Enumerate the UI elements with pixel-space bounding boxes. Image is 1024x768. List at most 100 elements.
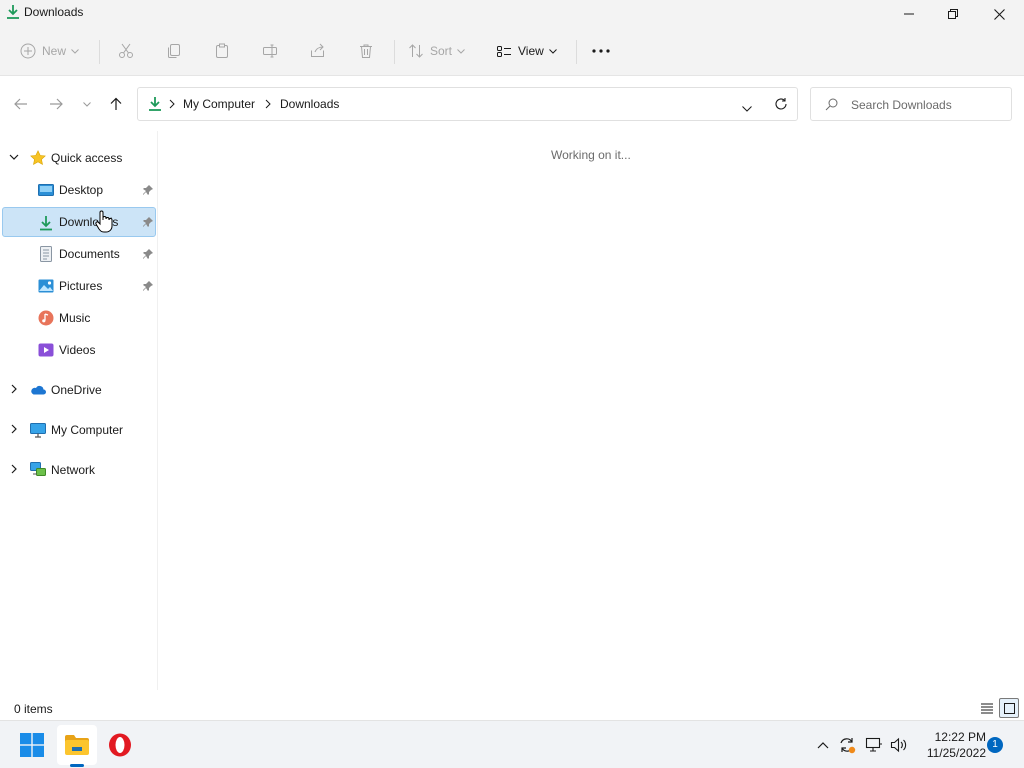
paste-button[interactable]	[214, 38, 230, 64]
tree-item-label: Pictures	[59, 279, 103, 293]
clock-date: 11/25/2022	[926, 746, 986, 760]
sort-button[interactable]: Sort	[408, 38, 465, 64]
up-button[interactable]	[107, 95, 125, 113]
sidebar-item-pictures[interactable]: Pictures	[2, 271, 156, 301]
tree-item-my-computer[interactable]: My Computer	[2, 415, 156, 445]
opera-icon	[109, 733, 131, 757]
paste-icon	[216, 43, 228, 58]
chevron-down-icon[interactable]	[8, 151, 22, 165]
start-button[interactable]	[12, 725, 52, 765]
back-button[interactable]	[12, 95, 30, 113]
file-list-view[interactable]: Working on it...	[158, 131, 1024, 690]
close-button[interactable]	[976, 0, 1022, 28]
tree-item-label: Quick access	[51, 151, 123, 165]
cut-button[interactable]	[118, 38, 134, 64]
breadcrumb-item[interactable]: My Computer	[183, 97, 255, 111]
new-button[interactable]: New	[20, 38, 79, 64]
details-view-icon	[981, 703, 993, 713]
loading-message: Working on it...	[551, 148, 631, 162]
pin-icon	[142, 184, 154, 196]
sort-label: Sort	[430, 44, 453, 58]
status-bar: 0 items	[0, 698, 1024, 720]
arrow-right-icon	[50, 98, 63, 110]
tree-item-label: OneDrive	[51, 383, 102, 397]
chevron-right-icon[interactable]	[8, 423, 22, 437]
star-icon	[30, 150, 46, 166]
pin-icon	[142, 216, 154, 228]
rename-icon	[263, 44, 277, 58]
sidebar-item-downloads[interactable]: Downloads	[2, 207, 156, 237]
refresh-icon	[775, 98, 787, 110]
search-icon	[825, 98, 838, 114]
computer-icon	[30, 422, 46, 438]
sync-tray-button[interactable]	[837, 735, 857, 755]
show-hidden-icons-button[interactable]	[813, 735, 833, 755]
tree-item-label: Videos	[59, 343, 96, 357]
tree-item-label: My Computer	[51, 423, 124, 437]
desktop-icon	[38, 182, 54, 198]
rename-button[interactable]	[262, 38, 278, 64]
file-explorer-taskbar-button[interactable]	[57, 725, 97, 765]
pin-icon	[142, 248, 154, 260]
title-bar: Downloads	[0, 0, 1024, 28]
download-icon	[148, 96, 162, 115]
copy-button[interactable]	[166, 38, 182, 64]
navigation-pane: Quick access Desktop Downloads Documents	[0, 131, 158, 690]
tiles-view-button[interactable]	[999, 698, 1019, 718]
sidebar-item-music[interactable]: Music	[2, 303, 156, 333]
sort-icon	[409, 44, 423, 58]
sidebar-item-videos[interactable]: Videos	[2, 335, 156, 365]
chevron-right-icon[interactable]	[169, 98, 175, 112]
cut-icon	[119, 43, 133, 58]
restore-button[interactable]	[930, 0, 976, 28]
share-button[interactable]	[310, 38, 326, 64]
chevron-up-icon	[817, 742, 829, 749]
sidebar-item-desktop[interactable]: Desktop	[2, 175, 156, 205]
clock[interactable]: 12:22 PM 11/25/2022	[916, 729, 986, 761]
videos-icon	[38, 342, 54, 358]
network-tray-button[interactable]	[864, 735, 884, 755]
delete-button[interactable]	[358, 38, 374, 64]
address-history-button[interactable]	[742, 101, 752, 115]
items-count: 0 items	[14, 702, 53, 716]
search-input[interactable]: Search Downloads	[810, 87, 1012, 121]
share-icon	[311, 43, 324, 57]
command-bar: New Sort View	[0, 28, 1024, 76]
recent-locations-button[interactable]	[78, 95, 96, 113]
chevron-right-icon[interactable]	[8, 463, 22, 477]
folder-icon	[65, 735, 89, 755]
minimize-button[interactable]	[886, 0, 932, 28]
opera-taskbar-button[interactable]	[100, 725, 140, 765]
taskbar: 12:22 PM 11/25/2022 1	[0, 720, 1024, 768]
pictures-icon	[38, 278, 54, 294]
sidebar-item-documents[interactable]: Documents	[2, 239, 156, 269]
breadcrumb-item[interactable]: Downloads	[280, 97, 339, 111]
more-options-button[interactable]	[592, 38, 610, 64]
tree-item-label: Documents	[59, 247, 120, 261]
window-title: Downloads	[24, 5, 84, 19]
chevron-right-icon[interactable]	[265, 98, 271, 112]
chevron-right-icon[interactable]	[8, 383, 22, 397]
view-button[interactable]: View	[496, 38, 557, 64]
sync-icon	[840, 738, 856, 754]
volume-tray-button[interactable]	[889, 735, 909, 755]
arrow-left-icon	[14, 98, 27, 110]
more-icon	[592, 49, 610, 53]
tree-item-network[interactable]: Network	[2, 455, 156, 485]
tree-item-label: Desktop	[59, 183, 104, 197]
music-icon	[38, 310, 54, 326]
tree-item-onedrive[interactable]: OneDrive	[2, 375, 156, 405]
details-view-button[interactable]	[977, 698, 997, 718]
address-row: My Computer Downloads Search Downloads	[0, 77, 1024, 131]
chevron-down-icon	[457, 48, 465, 54]
tree-item-quick-access[interactable]: Quick access	[2, 143, 156, 173]
address-bar[interactable]: My Computer Downloads	[137, 87, 798, 121]
copy-icon	[168, 44, 180, 58]
chevron-down-icon	[71, 48, 79, 54]
refresh-button[interactable]	[774, 97, 788, 114]
network-status-icon	[865, 737, 882, 752]
forward-button[interactable]	[47, 95, 65, 113]
tiles-view-icon	[1003, 702, 1015, 714]
notification-badge[interactable]: 1	[987, 737, 1003, 753]
toolbar-separator	[99, 40, 100, 64]
